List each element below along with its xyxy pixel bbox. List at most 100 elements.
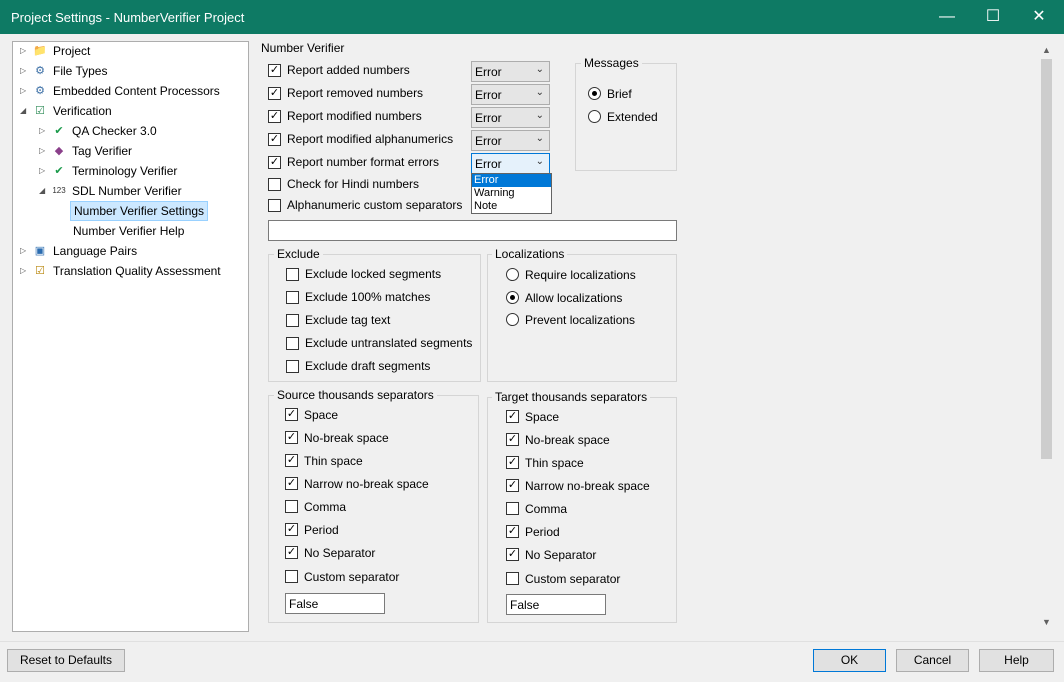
source-no-separator-checkbox[interactable]: ✓ [285, 546, 298, 559]
scrollbar-thumb[interactable] [1041, 59, 1052, 459]
source-no-break-space-label: No-break space [304, 431, 389, 445]
source-space-checkbox[interactable]: ✓ [285, 408, 298, 421]
check-icon: ✔ [54, 125, 64, 137]
report-added-numbers-checkbox[interactable]: ✓ [268, 64, 281, 77]
report-added-numbers-level[interactable]: Error ⌄ [471, 61, 550, 82]
source-space-label: Space [304, 408, 339, 422]
ok-button[interactable]: OK [813, 649, 886, 672]
expand-arrow-icon[interactable]: ▷ [20, 42, 30, 60]
settings-tree: ▷ 📁 Project ▷ ⚙ File Types ▷ ⚙ Embedded … [12, 41, 249, 632]
combo-value: Error [475, 111, 502, 125]
exclude-100-label: Exclude 100% matches [305, 290, 431, 304]
source-narrow-no-break-label: Narrow no-break space [304, 477, 429, 491]
tag-icon: ◆ [54, 145, 64, 157]
allow-localizations-radio[interactable] [506, 291, 519, 304]
combo-value: Error [475, 134, 502, 148]
source-thin-space-checkbox[interactable]: ✓ [285, 454, 298, 467]
prevent-localizations-radio[interactable] [506, 313, 519, 326]
source-custom-separator-checkbox[interactable] [285, 570, 298, 583]
report-modified-numbers-checkbox[interactable]: ✓ [268, 110, 281, 123]
numbers-icon: 123 [52, 186, 66, 195]
report-modified-alphanumerics-checkbox[interactable]: ✓ [268, 133, 281, 146]
scroll-down-icon[interactable]: ▼ [1042, 617, 1051, 627]
target-separators-title: Target thousands separators [492, 390, 651, 404]
source-thin-space-label: Thin space [304, 454, 363, 468]
dropdown-option-error[interactable]: Error [472, 174, 551, 187]
tree-item-label: Language Pairs [53, 244, 138, 258]
maximize-button[interactable]: ☐ [970, 0, 1016, 34]
source-custom-separator-input[interactable]: False [285, 593, 385, 614]
vertical-scrollbar[interactable]: ▲ ▼ [1038, 41, 1055, 631]
separator-line [0, 641, 1064, 642]
report-modified-numbers-level[interactable]: Error ⌄ [471, 107, 550, 128]
collapse-arrow-icon[interactable]: ◢ [39, 182, 49, 200]
dropdown-option-note[interactable]: Note [472, 200, 551, 213]
dropdown-option-warning[interactable]: Warning [472, 187, 551, 200]
source-period-checkbox[interactable]: ✓ [285, 523, 298, 536]
report-modified-alphanumerics-level[interactable]: Error ⌄ [471, 130, 550, 151]
custom-separators-input[interactable] [268, 220, 677, 241]
target-narrow-no-break-checkbox[interactable]: ✓ [506, 479, 519, 492]
source-comma-checkbox[interactable] [285, 500, 298, 513]
target-comma-checkbox[interactable] [506, 502, 519, 515]
report-format-errors-level[interactable]: Error ⌄ [471, 153, 550, 174]
source-period-label: Period [304, 523, 339, 537]
expand-arrow-icon[interactable]: ▷ [39, 162, 49, 180]
tree-item-label: Embedded Content Processors [53, 84, 220, 98]
source-narrow-no-break-checkbox[interactable]: ✓ [285, 477, 298, 490]
exclude-draft-checkbox[interactable] [286, 360, 299, 373]
exclude-untranslated-checkbox[interactable] [286, 337, 299, 350]
alphanumeric-separators-checkbox[interactable] [268, 199, 281, 212]
language-pairs-icon: ▣ [34, 245, 46, 257]
brief-radio[interactable] [588, 87, 601, 100]
chevron-down-icon: ⌄ [535, 156, 544, 167]
collapse-arrow-icon[interactable]: ◢ [20, 102, 30, 120]
exclude-100-checkbox[interactable] [286, 291, 299, 304]
expand-arrow-icon[interactable]: ▷ [20, 242, 30, 260]
target-no-break-space-label: No-break space [525, 433, 610, 447]
target-custom-separator-input[interactable]: False [506, 594, 606, 615]
target-no-break-space-checkbox[interactable]: ✓ [506, 433, 519, 446]
report-removed-numbers-level[interactable]: Error ⌄ [471, 84, 550, 105]
chevron-down-icon: ⌄ [535, 64, 544, 75]
exclude-locked-checkbox[interactable] [286, 268, 299, 281]
folder-icon: 📁 [33, 45, 47, 57]
report-format-errors-checkbox[interactable]: ✓ [268, 156, 281, 169]
expand-arrow-icon[interactable]: ▷ [20, 62, 30, 80]
report-removed-numbers-checkbox[interactable]: ✓ [268, 87, 281, 100]
target-no-separator-checkbox[interactable]: ✓ [506, 548, 519, 561]
target-no-separator-label: No Separator [525, 548, 597, 562]
target-thin-space-checkbox[interactable]: ✓ [506, 456, 519, 469]
require-localizations-label: Require localizations [525, 268, 636, 282]
expand-arrow-icon[interactable]: ▷ [20, 82, 30, 100]
source-separators-group [268, 395, 479, 623]
target-space-checkbox[interactable]: ✓ [506, 410, 519, 423]
localizations-group-title: Localizations [492, 247, 568, 261]
minimize-button[interactable]: — [924, 0, 970, 34]
close-button[interactable]: ✕ [1016, 0, 1062, 34]
source-no-break-space-checkbox[interactable]: ✓ [285, 431, 298, 444]
target-period-checkbox[interactable]: ✓ [506, 525, 519, 538]
combo-value: Error [475, 88, 502, 102]
expand-arrow-icon[interactable]: ▷ [20, 262, 30, 280]
expand-arrow-icon[interactable]: ▷ [39, 122, 49, 140]
chevron-down-icon: ⌄ [535, 87, 544, 98]
require-localizations-radio[interactable] [506, 268, 519, 281]
report-removed-numbers-label: Report removed numbers [287, 86, 424, 100]
expand-arrow-icon[interactable]: ▷ [39, 142, 49, 160]
scroll-up-icon[interactable]: ▲ [1042, 45, 1051, 55]
target-custom-separator-checkbox[interactable] [506, 572, 519, 585]
extended-radio[interactable] [588, 110, 601, 123]
chevron-down-icon: ⌄ [535, 110, 544, 121]
title-bar: Project Settings - NumberVerifier Projec… [0, 0, 1064, 34]
level-dropdown-list: Error Warning Note [471, 173, 552, 214]
help-button[interactable]: Help [979, 649, 1054, 672]
cancel-button[interactable]: Cancel [896, 649, 969, 672]
reset-to-defaults-button[interactable]: Reset to Defaults [7, 649, 125, 672]
exclude-tag-text-checkbox[interactable] [286, 314, 299, 327]
report-format-errors-label: Report number format errors [287, 155, 440, 169]
target-comma-label: Comma [525, 502, 568, 516]
target-space-label: Space [525, 410, 560, 424]
check-hindi-numbers-checkbox[interactable] [268, 178, 281, 191]
exclude-draft-label: Exclude draft segments [305, 359, 431, 373]
